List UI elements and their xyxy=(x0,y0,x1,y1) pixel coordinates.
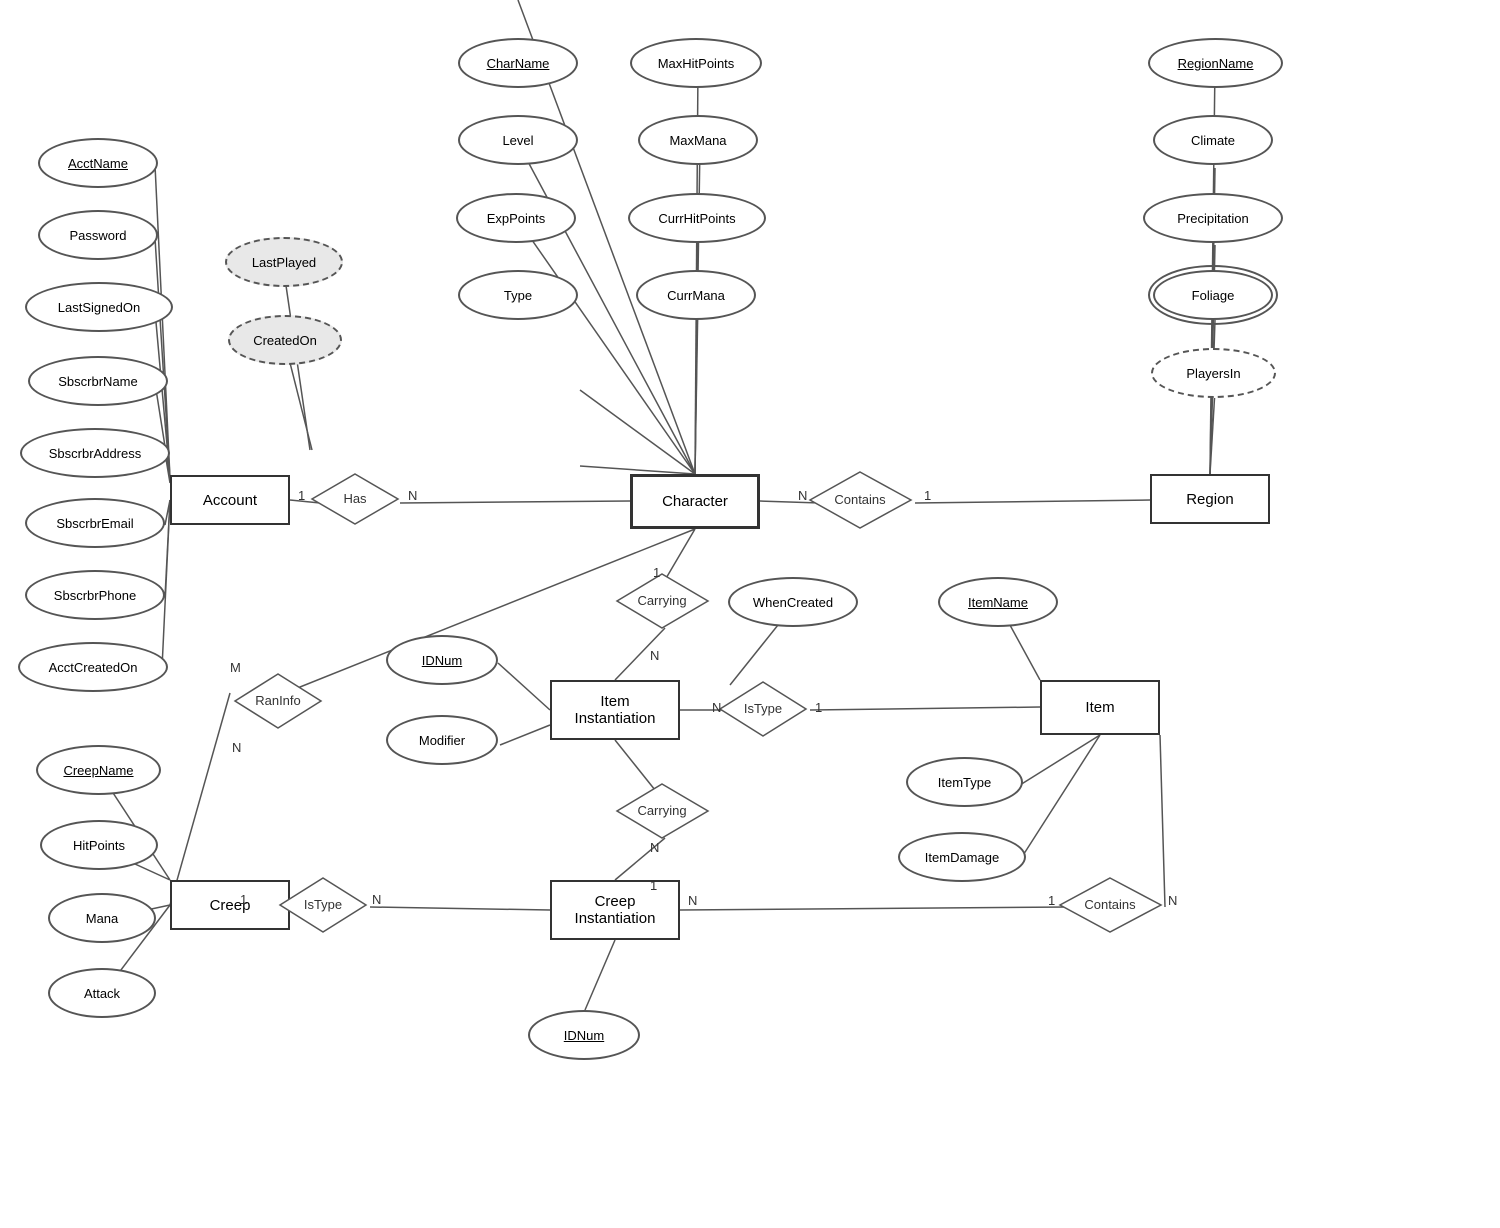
attr-hit-points: HitPoints xyxy=(40,820,158,870)
card-has-n: N xyxy=(408,488,417,503)
er-diagram: line, path { stroke: #555; stroke-width:… xyxy=(0,0,1500,1228)
entity-account: Account xyxy=(170,475,290,525)
attr-creep-name: CreepName xyxy=(36,745,161,795)
attr-last-played: LastPlayed xyxy=(225,237,343,287)
attr-password: Password xyxy=(38,210,158,260)
entity-region: Region xyxy=(1150,474,1270,524)
svg-text:Carrying: Carrying xyxy=(637,593,686,608)
card-istype-item-1: 1 xyxy=(815,700,822,715)
card-istype-item-n: N xyxy=(712,700,721,715)
attr-item-damage: ItemDamage xyxy=(898,832,1026,882)
card-istype-creep-n: N xyxy=(372,892,381,907)
relationship-carrying-top: Carrying xyxy=(615,572,710,630)
attr-level: Level xyxy=(458,115,578,165)
svg-text:Carrying: Carrying xyxy=(637,803,686,818)
card-contains-bot-n2: N xyxy=(1168,893,1177,908)
attr-type-char: Type xyxy=(458,270,578,320)
entity-item-inst: Item Instantiation xyxy=(550,680,680,740)
card-carrying-bot-n: N xyxy=(650,840,659,855)
attr-max-mana: MaxMana xyxy=(638,115,758,165)
svg-text:IsType: IsType xyxy=(304,897,342,912)
svg-text:IsType: IsType xyxy=(744,701,782,716)
svg-text:Contains: Contains xyxy=(834,492,886,507)
attr-curr-hit-points: CurrHitPoints xyxy=(628,193,766,243)
entity-item: Item xyxy=(1040,680,1160,735)
card-carrying-top-1: 1 xyxy=(653,565,660,580)
card-contains-1: 1 xyxy=(924,488,931,503)
card-raninfo-n: N xyxy=(232,740,241,755)
attr-precipitation: Precipitation xyxy=(1143,193,1283,243)
attr-sbscrbr-name: SbscrbrName xyxy=(28,356,168,406)
attr-sbscrbr-phone: SbscrbrPhone xyxy=(25,570,165,620)
attr-players-in: PlayersIn xyxy=(1151,348,1276,398)
attr-curr-mana: CurrMana xyxy=(636,270,756,320)
attr-item-name: ItemName xyxy=(938,577,1058,627)
svg-text:Contains: Contains xyxy=(1084,897,1136,912)
attr-item-type: ItemType xyxy=(906,757,1023,807)
relationship-contains-bottom: Contains xyxy=(1058,876,1163,934)
card-contains-n: N xyxy=(798,488,807,503)
attr-acct-name: AcctName xyxy=(38,138,158,188)
relationship-raninfo: RanInfo xyxy=(233,672,323,730)
attr-exp-points: ExpPoints xyxy=(456,193,576,243)
relationship-has: Has xyxy=(310,472,400,527)
card-contains-bot-1: 1 xyxy=(1048,893,1055,908)
entity-creep: Creep xyxy=(170,880,290,930)
attr-region-name: RegionName xyxy=(1148,38,1283,88)
attr-climate: Climate xyxy=(1153,115,1273,165)
card-has-1: 1 xyxy=(298,488,305,503)
attr-modifier: Modifier xyxy=(386,715,498,765)
attr-mana: Mana xyxy=(48,893,156,943)
attr-created-on: CreatedOn xyxy=(228,315,342,365)
card-raninfo-m: M xyxy=(230,660,241,675)
relationship-contains-region: Contains xyxy=(808,470,913,530)
relationship-carrying-bottom: Carrying xyxy=(615,782,710,840)
attr-char-name: CharName xyxy=(458,38,578,88)
svg-text:RanInfo: RanInfo xyxy=(255,693,301,708)
attr-attack: Attack xyxy=(48,968,156,1018)
card-istype-creep-1: 1 xyxy=(240,892,247,907)
attr-when-created: WhenCreated xyxy=(728,577,858,627)
attr-idnum-item: IDNum xyxy=(386,635,498,685)
attr-max-hit-points: MaxHitPoints xyxy=(630,38,762,88)
attr-sbscrbr-email: SbscrbrEmail xyxy=(25,498,165,548)
attr-foliage: Foliage xyxy=(1153,270,1273,320)
attr-sbscrbr-address: SbscrbrAddress xyxy=(20,428,170,478)
attr-acct-created-on: AcctCreatedOn xyxy=(18,642,168,692)
relationship-istype-item: IsType xyxy=(718,680,808,738)
entity-creep-inst: Creep Instantiation xyxy=(550,880,680,940)
attr-last-signed-on: LastSignedOn xyxy=(25,282,173,332)
card-carrying-top-n: N xyxy=(650,648,659,663)
card-contains-bot-n: N xyxy=(688,893,697,908)
attr-idnum-creep: IDNum xyxy=(528,1010,640,1060)
relationship-istype-creep: IsType xyxy=(278,876,368,934)
card-carrying-bot-1: 1 xyxy=(650,878,657,893)
entity-character: Character xyxy=(630,474,760,529)
svg-text:Has: Has xyxy=(343,491,367,506)
